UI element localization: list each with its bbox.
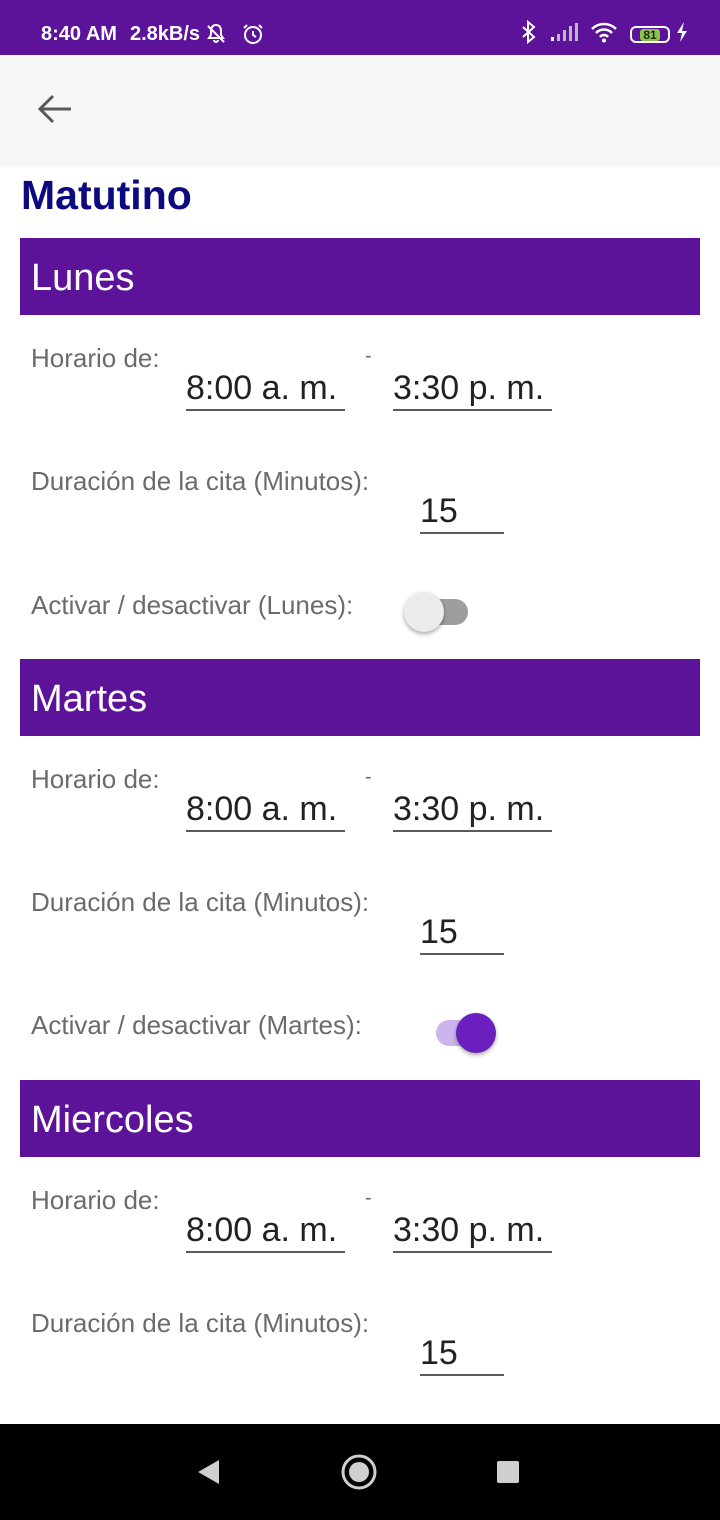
day-header-miercoles: Miercoles [20, 1080, 700, 1157]
switch-thumb [404, 592, 444, 632]
toggle-switch-lunes[interactable] [404, 587, 474, 632]
status-bar: 8:40 AM 2.8kB/s 81 [0, 0, 720, 55]
end-time-lunes[interactable]: 3:30 p. m. [393, 365, 552, 411]
home-circle-icon [340, 1453, 378, 1496]
back-button[interactable] [30, 89, 80, 133]
charging-icon [676, 21, 688, 48]
toggle-switch-martes[interactable] [430, 1008, 500, 1053]
navigation-bar [0, 1424, 720, 1520]
schedule-label-miercoles: Horario de: [31, 1185, 160, 1215]
status-left: 8:40 AM 2.8kB/s [41, 22, 265, 46]
start-time-miercoles[interactable]: 8:00 a. m. [186, 1207, 345, 1253]
notifications-off-icon [204, 22, 228, 46]
start-time-martes[interactable]: 8:00 a. m. [186, 786, 345, 832]
duration-input-martes[interactable]: 15 [420, 909, 504, 955]
arrow-back-icon [37, 93, 73, 130]
duration-label-martes: Duración de la cita (Minutos): [31, 887, 370, 917]
end-time-martes[interactable]: 3:30 p. m. [393, 786, 552, 832]
duration-input-lunes[interactable]: 15 [420, 488, 504, 534]
alarm-icon [241, 22, 265, 46]
page-title: Matutino [21, 172, 192, 218]
schedule-separator-martes: - [365, 766, 372, 788]
status-time: 8:40 AM [41, 22, 117, 45]
switch-thumb [456, 1013, 496, 1053]
nav-recents-button[interactable] [486, 1452, 530, 1496]
duration-label-miercoles: Duración de la cita (Minutos): [31, 1308, 370, 1338]
toggle-label-martes: Activar / desactivar (Martes): [31, 1010, 362, 1040]
schedule-separator-lunes: - [365, 345, 372, 367]
duration-label-lunes: Duración de la cita (Minutos): [31, 466, 370, 496]
day-header-martes: Martes [20, 659, 700, 736]
bluetooth-icon [520, 19, 538, 49]
duration-input-miercoles[interactable]: 15 [420, 1330, 504, 1376]
schedule-label-martes: Horario de: [31, 764, 160, 794]
end-time-miercoles[interactable]: 3:30 p. m. [393, 1207, 552, 1253]
nav-back-button[interactable] [186, 1452, 230, 1496]
status-right: 81 [520, 19, 688, 49]
app-bar [0, 55, 720, 167]
day-header-lunes: Lunes [20, 238, 700, 315]
network-speed: 2.8kB/s [129, 22, 201, 45]
schedule-separator-miercoles: - [365, 1187, 372, 1209]
battery-icon: 81 [630, 26, 670, 43]
schedule-label-lunes: Horario de: [31, 343, 160, 373]
start-time-lunes[interactable]: 8:00 a. m. [186, 365, 345, 411]
recents-square-icon [496, 1460, 520, 1489]
signal-icon [550, 22, 578, 47]
toggle-label-lunes: Activar / desactivar (Lunes): [31, 590, 354, 620]
battery-level: 81 [640, 28, 660, 41]
wifi-icon [590, 21, 618, 48]
back-triangle-icon [195, 1458, 221, 1491]
nav-home-button[interactable] [337, 1452, 381, 1496]
